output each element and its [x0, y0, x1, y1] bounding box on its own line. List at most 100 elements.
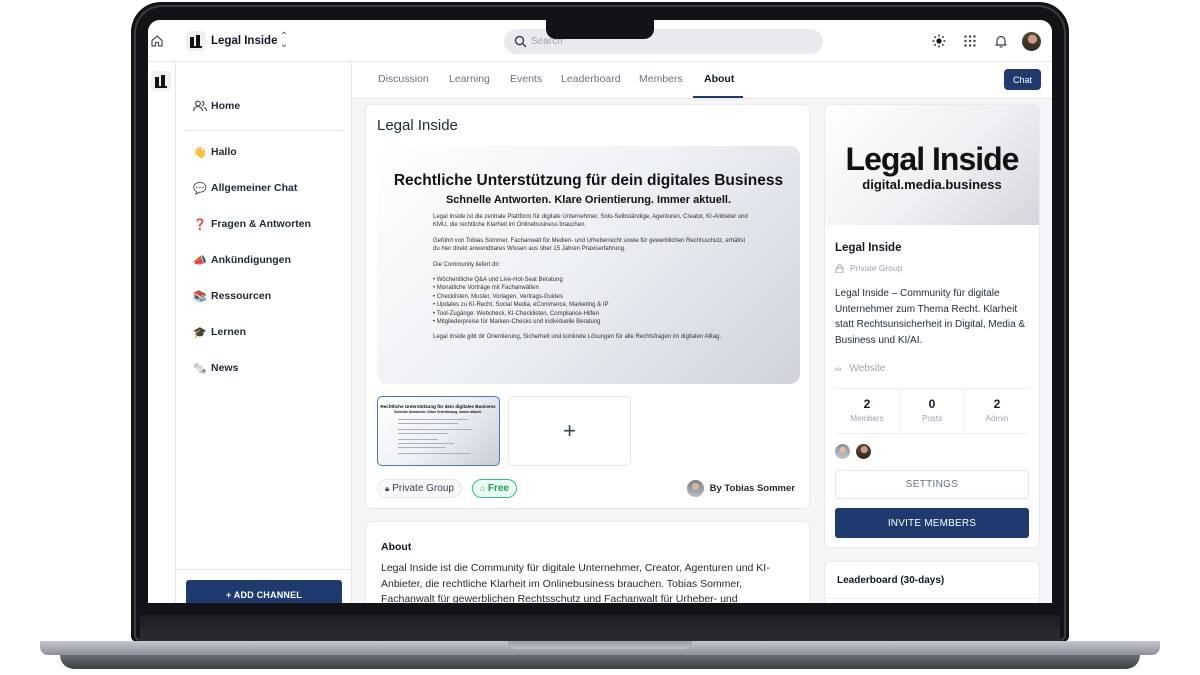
group-info-panel: Legal Inside digital.media.business Lega…	[824, 104, 1040, 548]
sidebar-divider	[176, 569, 352, 570]
search-icon	[514, 35, 527, 48]
banner-title: Legal Inside	[845, 141, 1020, 177]
tab-events[interactable]: Events	[510, 73, 542, 85]
community-rail	[148, 62, 176, 603]
group-stats: 2 Members 0 Posts 2 Admin	[835, 388, 1029, 434]
thumbnail-subheadline: Schnelle Antworten. Klare Orientierung. …	[394, 410, 482, 414]
sidebar-item-hallo[interactable]: 👋 Hallo	[192, 142, 237, 162]
laptop-base-groove	[508, 641, 692, 649]
privacy-label: Private Group	[392, 483, 454, 494]
settings-button[interactable]: SETTINGS	[835, 470, 1029, 499]
sidebar-item-label: Ankündigungen	[211, 254, 291, 266]
member-avatar[interactable]	[856, 444, 871, 459]
community-logo-icon[interactable]	[151, 71, 171, 91]
brand-name[interactable]: Legal Inside	[211, 35, 277, 47]
thumbnail-text-line	[398, 419, 468, 420]
group-overview-card: Legal Inside Rechtliche Unterstützung fü…	[365, 104, 810, 509]
stat-value: 2	[863, 397, 871, 411]
graduation-cap-icon: 🎓	[193, 326, 207, 339]
member-avatar[interactable]	[835, 444, 850, 459]
sidebar-item-label: Fragen & Antworten	[211, 218, 311, 230]
thumbnail-text-line	[398, 433, 448, 434]
sidebar-item-label: Lernen	[211, 326, 247, 338]
website-link[interactable]: ∞ Website	[835, 363, 885, 374]
apps-grid-icon[interactable]	[963, 34, 977, 48]
sidebar-item-label: Ressourcen	[211, 290, 272, 302]
books-icon: 📚	[193, 290, 207, 303]
lock-icon	[835, 263, 844, 273]
hero-bullet: • Tool-Zugänge: Webcheck, KI-Checklisten…	[433, 310, 599, 317]
price-badge: ⌂ Free	[472, 479, 517, 498]
stat-admin[interactable]: 2 Admin	[965, 389, 1029, 433]
image-thumbnail[interactable]: Rechtliche Unterstützung für dein digita…	[377, 396, 500, 466]
tab-discussion[interactable]: Discussion	[378, 73, 429, 85]
stat-value: 2	[993, 397, 1001, 411]
add-channel-button[interactable]: + ADD CHANNEL	[186, 580, 342, 603]
brand-logo[interactable]	[186, 31, 206, 51]
sidebar-item-allgemeiner-chat[interactable]: 💬 Allgemeiner Chat	[192, 178, 297, 198]
hero-bullet: • Updates zu KI-Recht, Social Media, eCo…	[433, 302, 609, 309]
channel-sidebar: Home 👋 Hallo 💬 Allgemeiner Chat ❓ Fragen…	[176, 62, 352, 603]
thumbnail-headline: Rechtliche Unterstützung für dein digita…	[380, 404, 496, 409]
page-title: Legal Inside	[377, 117, 458, 134]
hero-paragraph: Legal Inside gibt dir Orientierung, Sich…	[433, 334, 722, 341]
invite-members-button[interactable]: INVITE MEMBERS	[835, 508, 1029, 538]
speech-bubble-icon: 💬	[193, 182, 207, 195]
author-name: By Tobias Sommer	[709, 483, 795, 494]
add-image-button[interactable]: +	[508, 396, 631, 466]
chat-button[interactable]: Chat	[1004, 69, 1041, 90]
group-description: Legal Inside – Community für digitale Un…	[835, 288, 1026, 346]
group-name: Legal Inside	[835, 242, 902, 254]
group-privacy-label: Private Group	[850, 263, 903, 273]
sidebar-item-label: News	[211, 362, 239, 374]
laptop-base-shadow	[60, 655, 1140, 669]
home-icon[interactable]	[150, 34, 164, 48]
lock-icon: 🔒︎	[385, 483, 390, 493]
stat-posts[interactable]: 0 Posts	[900, 389, 965, 433]
link-icon: ∞	[835, 363, 842, 374]
author-byline[interactable]: By Tobias Sommer	[686, 479, 795, 498]
stat-label: Admin	[985, 414, 1009, 423]
thumbnail-text-line	[398, 443, 454, 444]
price-label: Free	[487, 483, 509, 494]
bell-icon[interactable]	[994, 34, 1008, 48]
banner-subtitle: digital.media.business	[862, 177, 1002, 192]
sun-icon[interactable]	[932, 34, 946, 48]
thumbnail-text-line	[398, 429, 472, 430]
hero-paragraph: Geführt von Tobias Sommer, Fachanwalt fü…	[433, 237, 746, 253]
user-avatar[interactable]	[1022, 32, 1041, 51]
hero-bullet: • Monatliche Vorträge mit Fachanwälten	[433, 285, 539, 292]
tab-about[interactable]: About	[704, 73, 734, 85]
sidebar-item-fragen-antworten[interactable]: ❓ Fragen & Antworten	[192, 214, 311, 234]
leaderboard-card: Leaderboard (30-days)	[824, 561, 1040, 603]
chevron-up-down-icon[interactable]: ⌃ ⌄	[278, 32, 290, 50]
sidebar-item-home[interactable]: Home	[192, 96, 240, 116]
tab-members[interactable]: Members	[639, 73, 683, 85]
sidebar-item-ressourcen[interactable]: 📚 Ressourcen	[192, 286, 271, 306]
hero-paragraph: Die Community liefert dir:	[433, 261, 501, 268]
stat-label: Posts	[921, 414, 942, 423]
waving-hand-icon: 👋	[193, 146, 207, 159]
hero-bullet: • Wöchentliche Q&A und Live-Hot-Seat Ber…	[433, 277, 563, 284]
hero-paragraph: Legal Inside ist die zentrale Plattform …	[433, 214, 748, 229]
tab-learning[interactable]: Learning	[449, 73, 490, 85]
about-card: About Legal Inside ist die Community für…	[365, 521, 810, 603]
question-mark-icon: ❓	[193, 218, 207, 231]
hero-image[interactable]: Rechtliche Unterstützung für dein digita…	[377, 146, 800, 384]
hero-headline: Rechtliche Unterstützung für dein digita…	[393, 172, 784, 189]
hero-bullet: • Checklisten, Muster, Vorlagen, Vertrag…	[433, 293, 563, 300]
people-icon	[192, 100, 208, 112]
stat-members[interactable]: 2 Members	[835, 389, 900, 433]
sidebar-item-lernen[interactable]: 🎓 Lernen	[192, 322, 246, 342]
megaphone-icon: 📣	[193, 254, 207, 267]
stat-value: 0	[928, 397, 936, 411]
sidebar-item-news[interactable]: 🗞️ News	[192, 358, 238, 378]
laptop-hinge	[140, 615, 1060, 642]
tab-leaderboard[interactable]: Leaderboard	[561, 73, 621, 85]
thumbnail-text-line	[398, 423, 458, 424]
author-avatar	[686, 480, 704, 497]
hero-body: Legal Inside ist die zentrale Plattform …	[433, 213, 753, 349]
sidebar-item-ankuendigungen[interactable]: 📣 Ankündigungen	[192, 250, 291, 270]
thumbnail-text-line	[398, 447, 446, 448]
tab-bar: Discussion Learning Events Leaderboard M…	[352, 62, 1052, 99]
